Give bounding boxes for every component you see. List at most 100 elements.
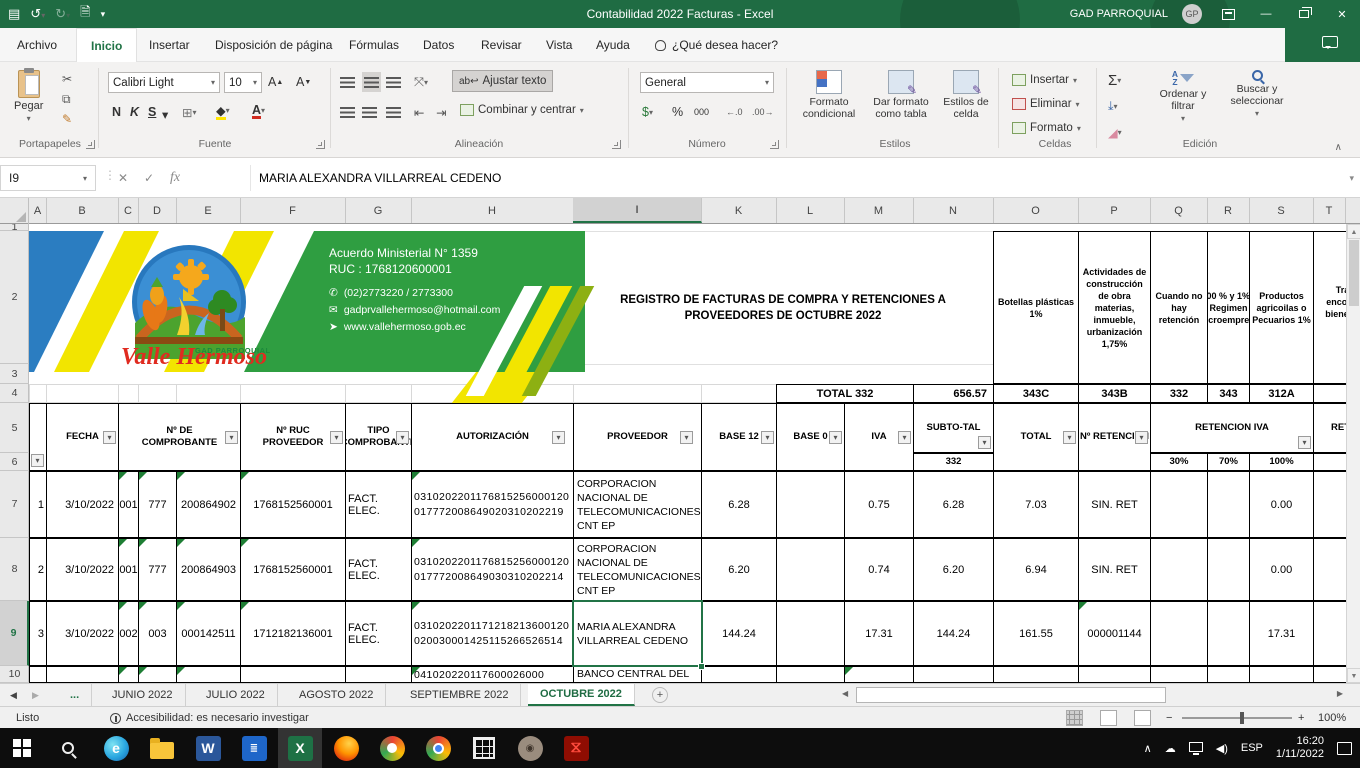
row-header-5[interactable]: 5 (0, 403, 29, 453)
cell-S10[interactable] (1249, 666, 1314, 683)
clipboard-dialog-launcher[interactable] (86, 140, 95, 149)
select-all-corner[interactable] (0, 198, 29, 224)
autosum-icon[interactable]: Σ▾ (1108, 70, 1121, 90)
cell-R7[interactable] (1207, 471, 1250, 538)
cancel-icon[interactable]: ✕ (118, 165, 128, 191)
col-header-S[interactable]: S (1249, 198, 1314, 223)
borders-icon[interactable]: ⊞▾ (182, 102, 197, 122)
tab-inicio[interactable]: Inicio (76, 28, 137, 62)
sheet-tab-octubre-active[interactable]: OCTUBRE 2022 (528, 684, 635, 706)
cell-H9[interactable]: 0310202201171218213600120020030001425115… (411, 601, 574, 666)
cell-M7[interactable]: 0.75 (844, 471, 914, 538)
col-header-D[interactable]: D (138, 198, 177, 223)
taskbar-edge[interactable]: e (94, 728, 138, 768)
cell-I7[interactable]: CORPORACION NACIONAL DE TELECOMUNICACION… (573, 471, 702, 538)
row-header-7[interactable]: 7 (0, 471, 29, 538)
font-dialog-launcher[interactable] (316, 140, 325, 149)
taskbar-file-explorer[interactable] (140, 728, 184, 768)
cell-A4[interactable] (29, 384, 47, 403)
cell-I9-active[interactable]: MARIA ALEXANDRA VILLARREAL CEDENO (573, 601, 702, 666)
filter-icon[interactable] (761, 431, 774, 444)
header-A[interactable] (29, 403, 47, 471)
paste-button[interactable]: Pegar▾ (14, 70, 43, 123)
cell-C9[interactable]: 002 (118, 601, 139, 666)
filter-icon[interactable] (978, 436, 991, 449)
fill-handle[interactable] (698, 663, 705, 670)
start-button[interactable] (0, 728, 44, 768)
col-header-B[interactable]: B (46, 198, 119, 223)
col-header-Q[interactable]: Q (1150, 198, 1208, 223)
row-header-1[interactable]: 1 (0, 224, 29, 231)
header-tipo-comprobante[interactable]: TIPO COMPROBANTE (345, 403, 412, 471)
header-70[interactable]: 70% (1207, 453, 1250, 471)
collapse-ribbon-icon[interactable]: ∧ (1335, 142, 1342, 153)
cell-I4[interactable] (573, 384, 702, 403)
number-dialog-launcher[interactable] (770, 140, 779, 149)
align-top-icon[interactable] (340, 72, 355, 92)
filter-icon[interactable] (898, 431, 911, 444)
col-header-I-selected[interactable]: I (573, 198, 702, 223)
cell-N10[interactable] (913, 666, 994, 683)
col-header-P[interactable]: P (1078, 198, 1151, 223)
taskbar-blue-app[interactable]: ≣ (232, 728, 276, 768)
cell-L8[interactable] (776, 538, 845, 601)
col-header-L[interactable]: L (776, 198, 845, 223)
cell-F4[interactable] (240, 384, 346, 403)
align-middle-icon[interactable] (362, 72, 381, 92)
cell-S2[interactable]: Productos agricoilas o Pecuarios 1% (1249, 231, 1314, 384)
filter-icon[interactable] (396, 431, 409, 444)
cell-K9[interactable]: 144.24 (701, 601, 777, 666)
cell-B8[interactable]: 3/10/2022 (46, 538, 119, 601)
col-header-R[interactable]: R (1207, 198, 1250, 223)
header-proveedor[interactable]: PROVEEDOR (573, 403, 702, 471)
cell-Q7[interactable] (1150, 471, 1208, 538)
cell-Q2[interactable]: Cuando no hay retención (1150, 231, 1208, 384)
cell-L7[interactable] (776, 471, 845, 538)
sort-filter-button[interactable]: AZ Ordenar y filtrar▾ (1152, 70, 1214, 123)
cell-R10[interactable] (1207, 666, 1250, 683)
cell-H8[interactable]: 0310202201176815256000120017772008649030… (411, 538, 574, 601)
cell-N8[interactable]: 6.20 (913, 538, 994, 601)
cell-R9[interactable] (1207, 601, 1250, 666)
accounting-format-icon[interactable]: $▾ (642, 102, 653, 122)
filter-icon[interactable] (31, 454, 44, 467)
sheet-tab-agosto[interactable]: AGOSTO 2022 (287, 684, 386, 706)
header-comprobante[interactable]: Nº DE COMPROBANTE (118, 403, 241, 471)
merge-center-button[interactable]: Combinar y centrar▾ (460, 104, 584, 116)
header-total[interactable]: TOTAL (993, 403, 1079, 471)
taskbar-browser[interactable] (370, 728, 414, 768)
comments-icon[interactable] (1322, 36, 1338, 48)
filter-icon[interactable] (1298, 436, 1311, 449)
cell-F9[interactable]: 1712182136001 (240, 601, 346, 666)
header-n-retencion[interactable]: Nº RETENCION (1078, 403, 1151, 471)
filter-icon[interactable] (829, 431, 842, 444)
cell-H10[interactable]: 041020220117600026000 (411, 666, 574, 683)
taskbar-acrobat[interactable]: ⧖ (554, 728, 598, 768)
filter-icon[interactable] (680, 431, 693, 444)
header-100[interactable]: 100% (1249, 453, 1314, 471)
underline-dropdown-icon[interactable]: ▾ (162, 104, 168, 124)
col-header-O[interactable]: O (993, 198, 1079, 223)
cell-O10[interactable] (993, 666, 1079, 683)
font-color-icon[interactable]: A▾ (252, 100, 265, 120)
cell-B10[interactable] (46, 666, 119, 683)
tab-formulas[interactable]: Fórmulas (346, 28, 402, 62)
zoom-slider-handle[interactable] (1240, 712, 1244, 724)
cell-C4[interactable] (118, 384, 139, 403)
cell-K7[interactable]: 6.28 (701, 471, 777, 538)
col-header-C[interactable]: C (118, 198, 139, 223)
cell-G7[interactable]: FACT. ELEC. (345, 471, 412, 538)
header-retencion-iva[interactable]: RETENCION IVA (1150, 403, 1314, 453)
horizontal-scrollbar[interactable]: ◀ ▶ (840, 687, 1345, 703)
onedrive-icon[interactable]: ☁ (1165, 742, 1176, 755)
close-button[interactable]: ✕ (1330, 4, 1354, 24)
cell-P9[interactable]: 000001144 (1078, 601, 1151, 666)
cell-Q9[interactable] (1150, 601, 1208, 666)
align-center-icon[interactable] (362, 102, 377, 122)
cell-O7[interactable]: 7.03 (993, 471, 1079, 538)
comma-style-icon[interactable]: 000 (694, 102, 709, 122)
sheet-tab-junio[interactable]: JUNIO 2022 (100, 684, 186, 706)
align-bottom-icon[interactable] (386, 72, 401, 92)
cell-D4[interactable] (138, 384, 177, 403)
row-header-9-selected[interactable]: 9 (0, 601, 29, 666)
